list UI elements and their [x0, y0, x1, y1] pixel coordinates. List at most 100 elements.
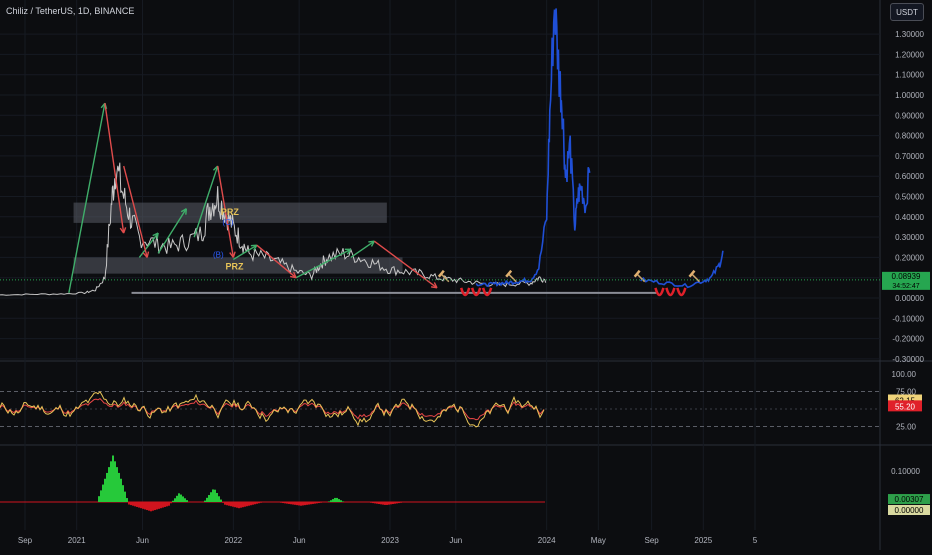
price-tick-label: 1.30000 — [895, 30, 924, 39]
hist-bar — [142, 502, 144, 509]
hist-bar — [108, 467, 110, 502]
hist-bar — [160, 502, 162, 508]
hist-bar — [128, 502, 130, 504]
price-tick-label: 0.80000 — [895, 132, 924, 141]
hist-bar — [388, 502, 390, 505]
hist-bar — [216, 493, 218, 502]
hist-bar — [306, 502, 308, 505]
hist-bar — [166, 502, 168, 506]
x-tick-label: 2021 — [68, 536, 86, 545]
hist-bar — [296, 502, 298, 505]
hist-bar — [152, 502, 154, 511]
rsi-tick-label: 25.00 — [896, 423, 917, 432]
x-tick-label: 5 — [753, 536, 758, 545]
hist-bar — [112, 456, 114, 503]
hist-bar — [104, 479, 106, 502]
price-tick-label: -0.30000 — [892, 355, 924, 364]
price-tick-label: 0.50000 — [895, 193, 924, 202]
hist-bar — [140, 502, 142, 508]
hist-bar — [162, 502, 164, 508]
price-tick-label: 0.30000 — [895, 233, 924, 242]
x-tick-label: 2023 — [381, 536, 399, 545]
hist-bar — [130, 502, 132, 505]
hist-bar — [144, 502, 146, 509]
chart-root: PRZ(C)(B)PRZ 1.300001.200001.100001.0000… — [0, 0, 932, 550]
hist-bar — [232, 502, 234, 507]
price-tick-label: 1.00000 — [895, 91, 924, 100]
hist-bar — [394, 502, 396, 504]
price-tick-label: 0.60000 — [895, 172, 924, 181]
hist-bar — [396, 502, 398, 503]
hist-bar — [146, 502, 148, 510]
hist-bar — [102, 485, 104, 502]
price-tick-label: 1.20000 — [895, 50, 924, 59]
hist-bar — [240, 502, 242, 508]
hist-bar — [158, 502, 160, 509]
hist-bar — [376, 502, 378, 504]
price-tick-label: 0.20000 — [895, 253, 924, 262]
x-tick-label: 2025 — [694, 536, 712, 545]
chart-background — [0, 0, 932, 550]
rsi-tick-label: 100.00 — [892, 370, 917, 379]
hist-bar — [390, 502, 392, 504]
hist-bar — [126, 498, 128, 502]
hist-bar — [154, 502, 156, 510]
hist-bar — [214, 490, 216, 502]
hist-bar — [336, 498, 338, 502]
hist-bar — [312, 502, 314, 504]
hist-bar — [250, 502, 252, 505]
hist-bar — [106, 473, 108, 502]
currency-button[interactable]: USDT — [890, 3, 924, 21]
hist-tick-label: 0.10000 — [891, 467, 920, 476]
hist-bar — [400, 502, 402, 503]
x-tick-label: May — [591, 536, 606, 545]
hist-bar — [380, 502, 382, 504]
wave-b-label: (B) — [213, 250, 224, 259]
hist-bar — [244, 502, 246, 507]
price-tick-label: 1.10000 — [895, 71, 924, 80]
hist-bar — [178, 493, 180, 502]
hist-bar — [238, 502, 240, 508]
hist-bar — [98, 496, 100, 502]
hist-bar — [218, 496, 220, 502]
hist-bar — [224, 502, 226, 505]
hist-bar — [206, 498, 208, 502]
x-tick-label: Sep — [18, 536, 33, 545]
x-tick-label: 2024 — [538, 536, 556, 545]
hist-bar — [300, 502, 302, 506]
price-tick-label: 0.70000 — [895, 152, 924, 161]
x-tick-label: Jun — [449, 536, 462, 545]
prz-label-lower: PRZ — [226, 262, 245, 272]
hist-bar — [370, 502, 372, 503]
hist-bar — [204, 501, 206, 502]
hist-bar — [288, 502, 290, 504]
hist-bar — [372, 502, 374, 503]
hist-value-label: 0.00000 — [895, 506, 924, 515]
hist-bar — [174, 498, 176, 502]
hist-bar — [332, 499, 334, 502]
hist-bar — [316, 502, 318, 503]
hist-bar — [122, 485, 124, 502]
hist-bar — [342, 501, 344, 502]
hist-bar — [182, 496, 184, 502]
hist-bar — [176, 496, 178, 502]
hist-bar — [246, 502, 248, 506]
prz-label-upper: PRZ — [221, 207, 240, 217]
hist-bar — [334, 498, 336, 502]
price-tick-label: -0.20000 — [892, 335, 924, 344]
price-tick-label: 0.90000 — [895, 111, 924, 120]
hist-bar — [254, 502, 256, 504]
hist-bar — [314, 502, 316, 504]
current-price-label: 0.08939 — [892, 272, 921, 281]
chart-canvas[interactable]: PRZ(C)(B)PRZ 1.300001.200001.100001.0000… — [0, 0, 932, 550]
hist-bar — [230, 502, 232, 506]
hist-bar — [392, 502, 394, 504]
hist-bar — [320, 502, 322, 503]
hist-bar — [260, 502, 262, 503]
hist-bar — [340, 500, 342, 502]
x-tick-label: Jun — [293, 536, 306, 545]
hist-bar — [150, 502, 152, 511]
hist-bar — [398, 502, 400, 503]
hist-bar — [118, 473, 120, 502]
hist-bar — [310, 502, 312, 504]
